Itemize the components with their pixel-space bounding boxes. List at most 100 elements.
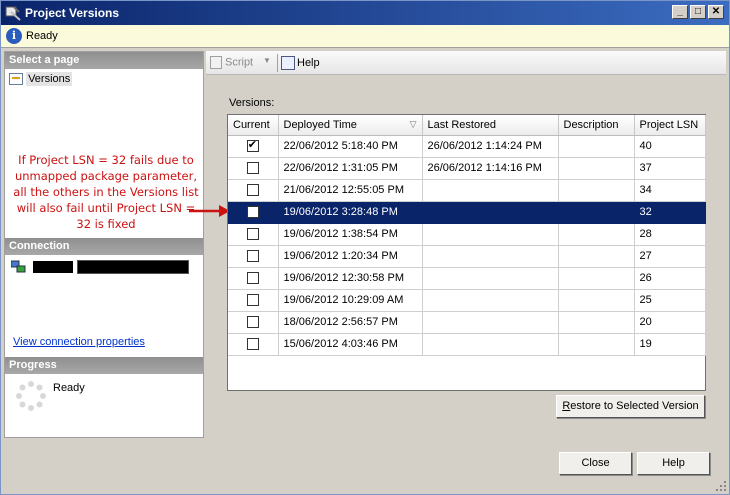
cell-last-restored (422, 223, 559, 246)
versions-grid[interactable]: Current Deployed Time ▽ Last Restored Des… (227, 114, 706, 391)
annotation-text: If Project LSN = 32 fails due to unmappe… (13, 153, 199, 231)
versions-table: Current Deployed Time ▽ Last Restored Des… (228, 115, 706, 356)
current-checkbox[interactable] (246, 162, 259, 175)
column-header-description[interactable]: Description (558, 115, 635, 136)
redacted-server (33, 261, 73, 273)
cell-current (228, 311, 279, 334)
cell-deployed-time: 19/06/2012 12:30:58 PM (278, 267, 423, 290)
current-checkbox[interactable] (246, 228, 259, 241)
current-checkbox[interactable] (246, 206, 259, 219)
view-connection-properties-link[interactable]: View connection properties (13, 336, 145, 348)
cell-project-lsn: 26 (634, 267, 706, 290)
cell-last-restored (422, 245, 559, 268)
sort-icon: ▽ (409, 118, 417, 129)
server-connection-icon (11, 260, 26, 273)
restore-to-selected-version-button[interactable]: Restore to Selected Version (556, 395, 705, 418)
column-header-project-lsn[interactable]: Project LSN (634, 115, 706, 136)
cell-last-restored: 26/06/2012 1:14:24 PM (422, 135, 559, 158)
cell-deployed-time: 15/06/2012 4:03:46 PM (278, 333, 423, 356)
cell-project-lsn: 25 (634, 289, 706, 312)
minimize-button[interactable]: _ (672, 5, 688, 19)
cell-project-lsn: 28 (634, 223, 706, 246)
script-label: Script (225, 56, 254, 69)
current-checkbox[interactable] (246, 316, 259, 329)
info-icon: i (6, 28, 22, 44)
cell-description (558, 267, 635, 290)
cell-description (558, 201, 635, 224)
cell-last-restored (422, 179, 559, 202)
current-checkbox[interactable] (246, 272, 259, 285)
cell-last-restored (422, 311, 559, 334)
app-icon (5, 6, 21, 21)
table-row[interactable]: 21/06/2012 12:55:05 PM 34 (228, 179, 706, 202)
toolbar-separator (277, 54, 278, 72)
cell-description (558, 223, 635, 246)
progress-text: Ready (53, 382, 85, 394)
cell-description (558, 289, 635, 312)
table-row[interactable]: 18/06/2012 2:56:57 PM 20 (228, 311, 706, 334)
cell-description (558, 157, 635, 180)
resize-grip-icon[interactable] (715, 480, 727, 492)
column-header-label: Deployed Time (283, 118, 357, 131)
cell-project-lsn: 20 (634, 311, 706, 334)
script-icon (210, 56, 222, 69)
cell-last-restored (422, 267, 559, 290)
script-dropdown-icon[interactable]: ▼ (263, 56, 271, 65)
table-row[interactable]: 15/06/2012 4:03:46 PM 19 (228, 333, 706, 356)
table-row[interactable]: 19/06/2012 1:20:34 PM 27 (228, 245, 706, 268)
cell-deployed-time: 19/06/2012 3:28:48 PM (278, 201, 423, 224)
cell-description (558, 179, 635, 202)
title-bar[interactable]: Project Versions _ □ ✕ (1, 1, 729, 25)
script-button[interactable]: Script (210, 56, 253, 69)
versions-label: Versions: (229, 97, 275, 109)
cell-last-restored (422, 333, 559, 356)
current-checkbox[interactable] (246, 338, 259, 351)
maximize-button[interactable]: □ (690, 5, 706, 19)
column-header-deployed-time[interactable]: Deployed Time ▽ (278, 115, 423, 136)
column-header-last-restored[interactable]: Last Restored (422, 115, 559, 136)
table-row[interactable]: 19/06/2012 3:28:48 PM 32 (228, 201, 706, 224)
cell-project-lsn: 40 (634, 135, 706, 158)
cell-last-restored (422, 201, 559, 224)
cell-description (558, 333, 635, 356)
cell-project-lsn: 27 (634, 245, 706, 268)
cell-project-lsn: 37 (634, 157, 706, 180)
close-window-button[interactable]: ✕ (708, 5, 724, 19)
cell-current (228, 201, 279, 224)
table-row[interactable]: 19/06/2012 10:29:09 AM 25 (228, 289, 706, 312)
cell-deployed-time: 22/06/2012 5:18:40 PM (278, 135, 423, 158)
close-button[interactable]: Close (559, 452, 632, 475)
help-button[interactable]: Help (637, 452, 710, 475)
page-item-label: Versions (26, 72, 73, 86)
cell-current (228, 333, 279, 356)
cell-current (228, 289, 279, 312)
select-page-header: Select a page (5, 52, 203, 69)
column-header-current[interactable]: Current (228, 115, 279, 136)
cell-deployed-time: 19/06/2012 1:38:54 PM (278, 223, 423, 246)
page-item-versions[interactable]: Versions (9, 72, 73, 88)
restore-label: estore to Selected Version (570, 400, 699, 412)
progress-header: Progress (5, 357, 203, 374)
table-row[interactable]: 22/06/2012 1:31:05 PM 26/06/2012 1:14:16 … (228, 157, 706, 180)
table-row[interactable]: 19/06/2012 1:38:54 PM 28 (228, 223, 706, 246)
status-strip: i Ready (1, 25, 729, 48)
cell-deployed-time: 18/06/2012 2:56:57 PM (278, 311, 423, 334)
header-row: Current Deployed Time ▽ Last Restored Des… (228, 115, 706, 136)
cell-deployed-time: 19/06/2012 1:20:34 PM (278, 245, 423, 268)
cell-deployed-time: 21/06/2012 12:55:05 PM (278, 179, 423, 202)
current-checkbox[interactable] (246, 138, 259, 153)
cell-description (558, 245, 635, 268)
status-text: Ready (26, 30, 58, 42)
current-checkbox[interactable] (246, 294, 259, 307)
cell-deployed-time: 19/06/2012 10:29:09 AM (278, 289, 423, 312)
current-checkbox[interactable] (246, 184, 259, 197)
table-row[interactable]: 19/06/2012 12:30:58 PM 26 (228, 267, 706, 290)
table-row[interactable]: 22/06/2012 5:18:40 PM26/06/2012 1:14:24 … (228, 135, 706, 158)
cell-current (228, 223, 279, 246)
toolbar-help-button[interactable]: Help (281, 56, 320, 70)
current-checkbox[interactable] (246, 250, 259, 263)
help-icon (281, 56, 295, 70)
window-title: Project Versions (25, 6, 120, 20)
cell-last-restored (422, 289, 559, 312)
cell-current (228, 267, 279, 290)
